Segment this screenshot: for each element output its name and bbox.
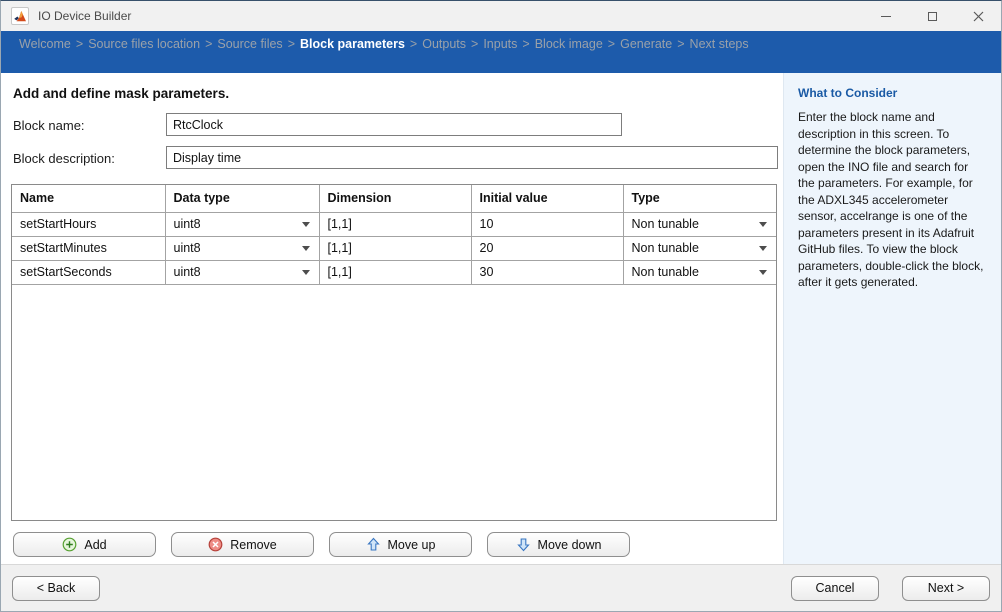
breadcrumb-step-inputs[interactable]: Inputs (483, 37, 517, 51)
title-bar[interactable]: IO Device Builder (1, 1, 1001, 31)
type-dropdown[interactable]: Non tunable (623, 260, 776, 284)
maximize-button[interactable] (909, 1, 955, 31)
cancel-button[interactable]: Cancel (791, 576, 879, 601)
breadcrumb-step-next-steps[interactable]: Next steps (690, 37, 749, 51)
window-title: IO Device Builder (38, 9, 863, 23)
block-description-label: Block description: (13, 147, 115, 170)
breadcrumb-step-generate[interactable]: Generate (620, 37, 672, 51)
minimize-icon (881, 16, 891, 17)
breadcrumb-step-source-files[interactable]: Source files (217, 37, 282, 51)
minimize-button[interactable] (863, 1, 909, 31)
page-title: Add and define mask parameters. (13, 86, 229, 101)
remove-button[interactable]: Remove (171, 532, 314, 557)
close-icon (973, 11, 984, 22)
type-dropdown[interactable]: Non tunable (623, 236, 776, 260)
move-up-icon (366, 537, 381, 552)
add-icon (62, 537, 77, 552)
close-button[interactable] (955, 1, 1001, 31)
wizard-breadcrumb: Welcome > Source files location > Source fil… (1, 31, 1001, 73)
breadcrumb-separator: > (205, 37, 212, 51)
breadcrumb-step-block-parameters[interactable]: Block parameters (300, 37, 405, 51)
data-type-dropdown[interactable]: uint8 (165, 236, 319, 260)
breadcrumb-separator: > (608, 37, 615, 51)
type-dropdown[interactable]: Non tunable (623, 212, 776, 236)
back-button[interactable]: < Back (12, 576, 100, 601)
dropdown-arrow-icon (302, 270, 310, 275)
table-row: setStartMinutes uint8 [1,1] 20 Non tunab… (12, 236, 776, 260)
table-header-row: Name Data type Dimension Initial value T… (12, 185, 776, 212)
block-name-input[interactable] (166, 113, 622, 136)
parameters-table-container: Name Data type Dimension Initial value T… (11, 184, 777, 521)
initial-value-cell[interactable]: 30 (471, 260, 623, 284)
breadcrumb-separator: > (410, 37, 417, 51)
breadcrumb-separator: > (522, 37, 529, 51)
dimension-cell[interactable]: [1,1] (319, 236, 471, 260)
data-type-dropdown[interactable]: uint8 (165, 260, 319, 284)
help-panel: What to Consider Enter the block name an… (783, 73, 1001, 564)
breadcrumb-step-welcome[interactable]: Welcome (19, 37, 71, 51)
column-header-initial-value: Initial value (471, 185, 623, 212)
initial-value-cell[interactable]: 10 (471, 212, 623, 236)
table-row: setStartSeconds uint8 [1,1] 30 Non tunab… (12, 260, 776, 284)
table-action-buttons: Add Remove Move up (13, 532, 630, 557)
column-header-name: Name (12, 185, 165, 212)
add-button[interactable]: Add (13, 532, 156, 557)
io-device-builder-window: IO Device Builder Welcome > Source files l… (0, 0, 1002, 612)
block-name-label: Block name: (13, 114, 85, 137)
dimension-cell[interactable]: [1,1] (319, 212, 471, 236)
remove-icon (208, 537, 223, 552)
breadcrumb-separator: > (288, 37, 295, 51)
column-header-data-type: Data type (165, 185, 319, 212)
breadcrumb-separator: > (76, 37, 83, 51)
parameters-table: Name Data type Dimension Initial value T… (12, 185, 776, 285)
dropdown-arrow-icon (759, 246, 767, 251)
breadcrumb-separator: > (471, 37, 478, 51)
breadcrumb-step-outputs[interactable]: Outputs (422, 37, 466, 51)
move-up-button[interactable]: Move up (329, 532, 472, 557)
param-name-cell[interactable]: setStartMinutes (12, 236, 165, 260)
main-panel: Add and define mask parameters. Block na… (1, 73, 783, 564)
param-name-cell[interactable]: setStartSeconds (12, 260, 165, 284)
dropdown-arrow-icon (759, 270, 767, 275)
initial-value-cell[interactable]: 20 (471, 236, 623, 260)
help-panel-text: Enter the block name and description in … (798, 109, 987, 291)
breadcrumb-step-block-image[interactable]: Block image (535, 37, 603, 51)
dropdown-arrow-icon (302, 222, 310, 227)
footer-bar: < Back Cancel Next > (1, 564, 1001, 611)
dropdown-arrow-icon (302, 246, 310, 251)
data-type-dropdown[interactable]: uint8 (165, 212, 319, 236)
next-button[interactable]: Next > (902, 576, 990, 601)
dimension-cell[interactable]: [1,1] (319, 260, 471, 284)
breadcrumb-step-source-files-location[interactable]: Source files location (88, 37, 200, 51)
table-row: setStartHours uint8 [1,1] 10 Non tunable (12, 212, 776, 236)
matlab-logo-icon (11, 7, 29, 25)
column-header-dimension: Dimension (319, 185, 471, 212)
help-panel-title: What to Consider (798, 86, 987, 100)
param-name-cell[interactable]: setStartHours (12, 212, 165, 236)
maximize-icon (928, 12, 937, 21)
move-down-button[interactable]: Move down (487, 532, 630, 557)
move-down-icon (516, 537, 531, 552)
content-area: Add and define mask parameters. Block na… (1, 73, 1001, 564)
column-header-type: Type (623, 185, 776, 212)
dropdown-arrow-icon (759, 222, 767, 227)
block-description-input[interactable] (166, 146, 778, 169)
breadcrumb-separator: > (677, 37, 684, 51)
